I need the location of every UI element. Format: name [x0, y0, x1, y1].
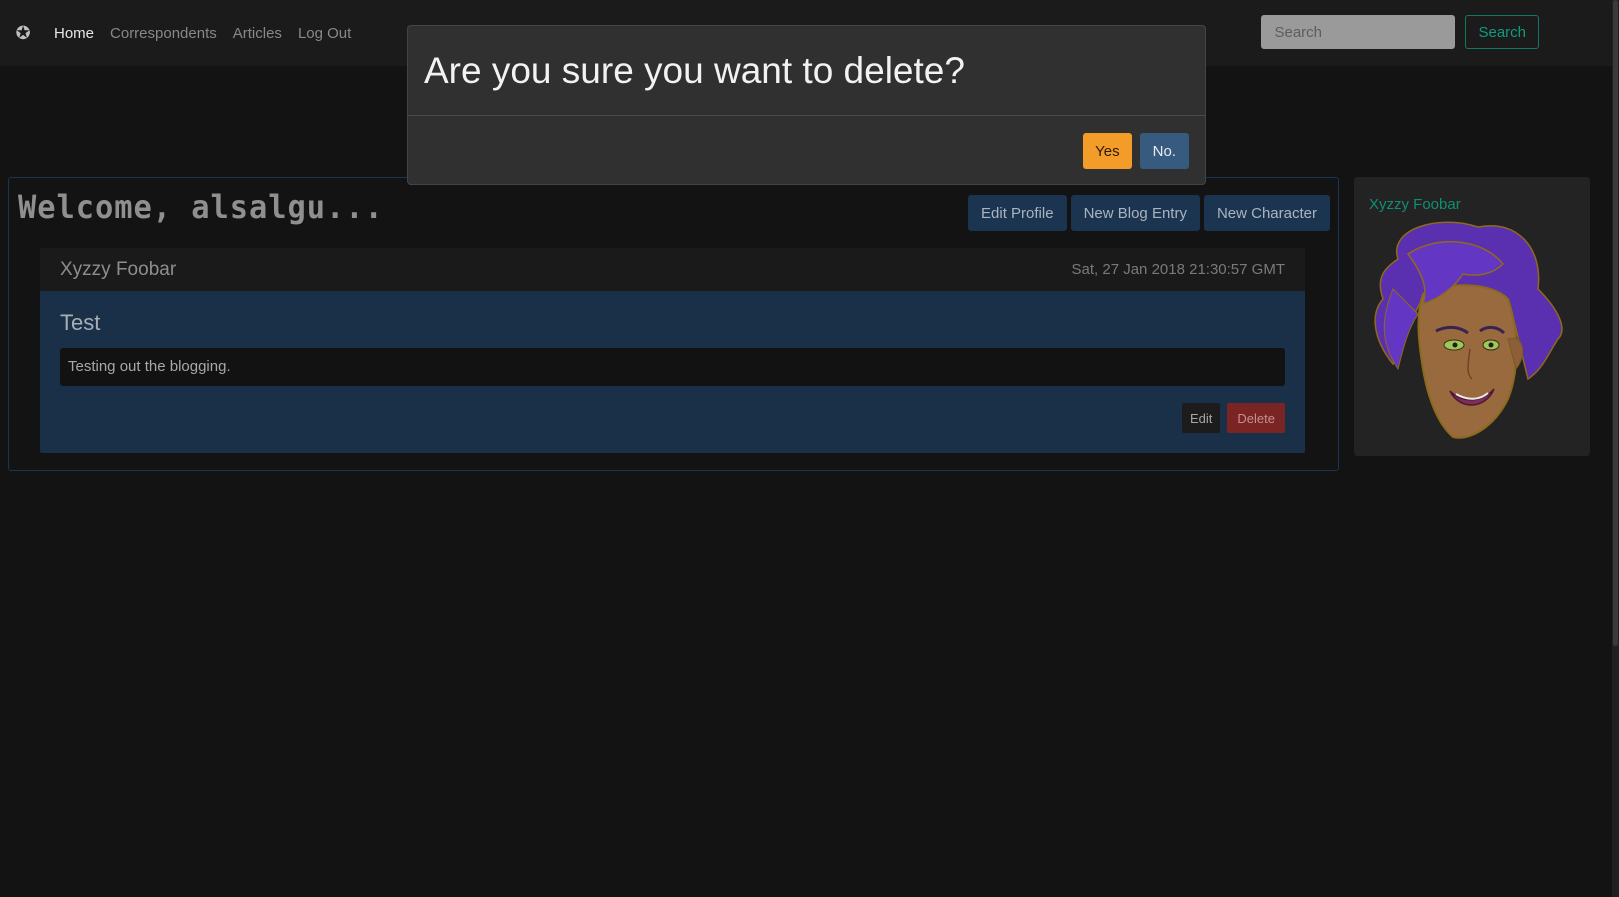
search-input[interactable] [1261, 15, 1456, 49]
blog-entry-actions: Edit Delete [1182, 403, 1285, 433]
nav-articles[interactable]: Articles [233, 25, 282, 42]
delete-confirmation-modal: Are you sure you want to delete? Yes No. [407, 25, 1206, 185]
character-sidebar: Xyzzy Foobar [1354, 177, 1590, 456]
blog-entry-header: Xyzzy Foobar Sat, 27 Jan 2018 21:30:57 G… [40, 248, 1305, 291]
blog-author: Xyzzy Foobar [60, 258, 177, 280]
nav-home[interactable]: Home [54, 25, 94, 42]
blog-title: Test [60, 310, 101, 335]
star-badge-icon[interactable]: ✪ [14, 24, 32, 42]
search-button[interactable]: Search [1465, 15, 1539, 49]
modal-footer: Yes No. [1083, 133, 1189, 169]
character-portrait-icon[interactable] [1368, 219, 1573, 444]
confirm-yes-button[interactable]: Yes [1083, 133, 1132, 169]
dashboard-actions: Edit Profile New Blog Entry New Characte… [968, 195, 1330, 231]
delete-entry-button[interactable]: Delete [1227, 403, 1285, 433]
scrollbar-thumb[interactable] [1613, 0, 1618, 646]
page-scrollbar[interactable] [1612, 0, 1619, 897]
blog-date: Sat, 27 Jan 2018 21:30:57 GMT [1071, 261, 1285, 278]
confirm-no-button[interactable]: No. [1139, 133, 1189, 169]
welcome-heading: Welcome, alsalgu... [18, 188, 384, 226]
character-name-link[interactable]: Xyzzy Foobar [1369, 196, 1461, 213]
blog-body: Testing out the blogging. [60, 348, 1285, 386]
new-character-button[interactable]: New Character [1203, 195, 1330, 231]
modal-title: Are you sure you want to delete? [424, 49, 965, 91]
dashboard-panel: Welcome, alsalgu... Edit Profile New Blo… [8, 177, 1339, 471]
new-blog-entry-button[interactable]: New Blog Entry [1070, 195, 1200, 231]
blog-entry-card: Xyzzy Foobar Sat, 27 Jan 2018 21:30:57 G… [40, 248, 1305, 453]
edit-profile-button[interactable]: Edit Profile [968, 195, 1067, 231]
nav-log-out[interactable]: Log Out [298, 25, 351, 42]
edit-entry-button[interactable]: Edit [1182, 403, 1221, 433]
modal-header: Are you sure you want to delete? [408, 26, 1205, 116]
search-form: Search [1261, 15, 1539, 49]
nav-correspondents[interactable]: Correspondents [110, 25, 217, 42]
